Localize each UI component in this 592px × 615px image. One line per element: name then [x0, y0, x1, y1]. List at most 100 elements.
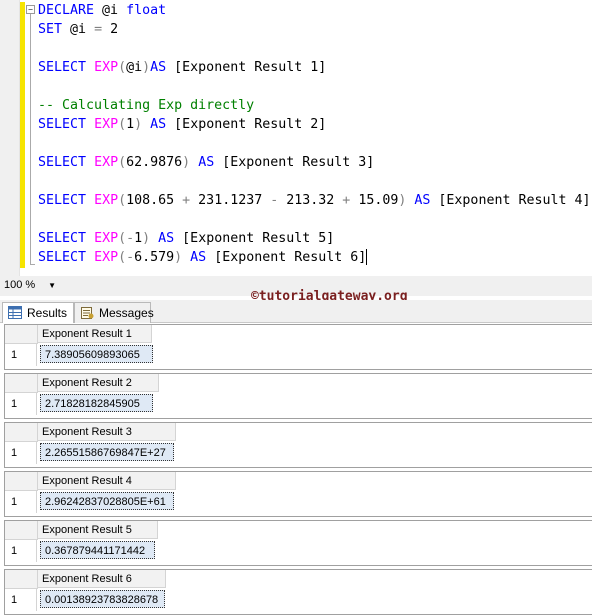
row-number[interactable]: 1 [5, 442, 37, 464]
code-token: [Exponent Result 3] [214, 155, 375, 170]
code-token: EXP [94, 60, 119, 75]
code-line[interactable]: SELECT EXP(-1) AS [Exponent Result 5] [38, 229, 334, 248]
result-cell[interactable]: 2.26551586769847E+27 [40, 443, 174, 461]
code-token: -- Calculating Exp directly [38, 98, 255, 113]
code-token: EXP [94, 193, 119, 208]
code-line[interactable]: SELECT EXP(@i)AS [Exponent Result 1] [38, 58, 326, 77]
code-token: 1 [134, 231, 143, 246]
chevron-down-icon: ▼ [48, 281, 56, 290]
code-token: SELECT [38, 60, 87, 75]
grid-corner[interactable] [5, 472, 38, 491]
row-number[interactable]: 1 [5, 540, 37, 562]
text-caret [366, 249, 368, 265]
code-token: AS [198, 155, 215, 170]
grid-corner[interactable] [5, 423, 38, 442]
code-token: [Exponent Result 5] [174, 231, 335, 246]
tab-messages[interactable]: Messages [74, 302, 154, 323]
row-number[interactable]: 1 [5, 344, 37, 366]
code-token: SELECT [38, 250, 87, 265]
column-header[interactable]: Exponent Result 2 [38, 374, 159, 392]
code-token: [Exponent Result 1] [166, 60, 327, 75]
result-cell[interactable]: 7.38905609893065 [40, 345, 153, 363]
code-token: (- [118, 250, 135, 265]
code-token: 1 [126, 117, 135, 132]
code-token: 213.32 [278, 193, 343, 208]
code-line[interactable]: SELECT EXP(-6.579) AS [Exponent Result 6… [38, 248, 368, 267]
code-token: @i [126, 60, 143, 75]
code-token: EXP [94, 231, 119, 246]
result-grid-5[interactable]: Exponent Result 5 1 0.367879441171442 [4, 520, 592, 566]
code-token: SELECT [38, 193, 87, 208]
results-area: Exponent Result 1 1 7.38905609893065 Exp… [0, 323, 592, 615]
code-token: SELECT [38, 231, 87, 246]
code-line[interactable]: SELECT EXP(108.65 + 231.1237 - 213.32 + … [38, 191, 591, 210]
code-token: ( [118, 155, 127, 170]
row-number[interactable]: 1 [5, 491, 37, 513]
code-token: EXP [94, 155, 119, 170]
code-line[interactable]: SELECT EXP(62.9876) AS [Exponent Result … [38, 153, 374, 172]
row-number[interactable]: 1 [5, 393, 37, 415]
grid-corner[interactable] [5, 325, 38, 344]
tab-results[interactable]: Results [2, 302, 74, 324]
code-token: AS [190, 250, 207, 265]
column-header[interactable]: Exponent Result 3 [38, 423, 176, 441]
code-line[interactable]: SET @i = 2 [38, 20, 118, 39]
code-token: 108.65 [126, 193, 183, 208]
code-token: 6.579 [134, 250, 175, 265]
code-token: ) [142, 60, 151, 75]
zoom-dropdown[interactable]: 100 % ▼ [2, 278, 58, 293]
tab-messages-label: Messages [99, 306, 154, 320]
code-token: @i [62, 22, 95, 37]
code-token: AS [150, 60, 167, 75]
code-token: AS [414, 193, 431, 208]
code-token: [Exponent Result 4] [430, 193, 591, 208]
result-cell[interactable]: 2.71828182845905 [40, 394, 153, 412]
result-grid-6[interactable]: Exponent Result 6 1 0.00138923783828678 [4, 569, 592, 615]
code-token: + [182, 193, 191, 208]
result-cell[interactable]: 0.00138923783828678 [40, 590, 165, 608]
code-line[interactable]: DECLARE @i float [38, 1, 166, 20]
code-token: float [126, 3, 167, 18]
row-number[interactable]: 1 [5, 589, 37, 611]
grid-corner[interactable] [5, 521, 38, 540]
result-grid-2[interactable]: Exponent Result 2 1 2.71828182845905 [4, 373, 592, 419]
code-token: ) [182, 155, 191, 170]
column-header[interactable]: Exponent Result 5 [38, 521, 158, 539]
code-token: ( [118, 193, 127, 208]
code-line[interactable]: SELECT EXP(1) AS [Exponent Result 2] [38, 115, 326, 134]
column-header[interactable]: Exponent Result 4 [38, 472, 176, 490]
code-token: 231.1237 [190, 193, 271, 208]
query-editor[interactable]: − DECLARE @i float SET @i = 2 SELECT EXP(@… [0, 0, 592, 276]
result-cell[interactable]: 0.367879441171442 [40, 541, 155, 559]
grid-corner[interactable] [5, 374, 38, 393]
column-header[interactable]: Exponent Result 6 [38, 570, 166, 588]
result-grid-3[interactable]: Exponent Result 3 1 2.26551586769847E+27 [4, 422, 592, 468]
column-header[interactable]: Exponent Result 1 [38, 325, 152, 343]
grid-icon [8, 306, 22, 319]
code-token: ( [118, 60, 127, 75]
result-cell[interactable]: 2.96242837028805E+61 [40, 492, 174, 510]
code-token: 62.9876 [126, 155, 183, 170]
grid-corner[interactable] [5, 570, 38, 589]
code-token: 15.09 [350, 193, 399, 208]
messages-icon [81, 307, 94, 319]
result-grid-4[interactable]: Exponent Result 4 1 2.96242837028805E+61 [4, 471, 592, 517]
code-token: SELECT [38, 155, 87, 170]
code-token: [Exponent Result 2] [166, 117, 327, 132]
collapse-outline-icon[interactable]: − [26, 5, 35, 14]
code-token: AS [158, 231, 175, 246]
code-line[interactable]: -- Calculating Exp directly [38, 96, 254, 115]
code-token: DECLARE [38, 3, 95, 18]
code-token: SET [38, 22, 63, 37]
result-grid-1[interactable]: Exponent Result 1 1 7.38905609893065 [4, 324, 592, 370]
code-token: EXP [94, 117, 119, 132]
